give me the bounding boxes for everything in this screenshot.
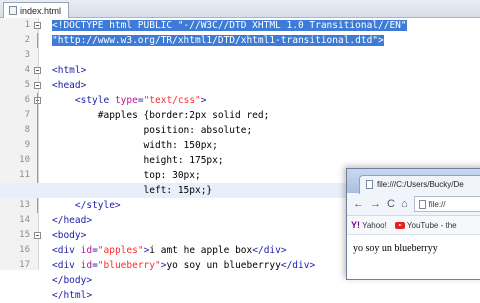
code-token: #apples {border:2px solid red; [52,110,270,121]
browser-tab-title: file:///C:/Users/Bucky/De [377,180,464,189]
address-bar[interactable]: file:// [413,196,480,212]
code-token: </style> [74,200,121,211]
browser-tab[interactable]: file:///C:/Users/Bucky/De [359,174,480,194]
code-token: height: 175px; [52,155,224,166]
page-icon [418,199,426,209]
browser-window[interactable]: file:///C:/Users/Bucky/De ← → C ⌂ file:/… [346,168,480,280]
code-line[interactable]: <html> [0,63,480,78]
code-token: left: 15px;} [52,185,213,196]
code-token: <html> [52,65,87,76]
code-line[interactable] [0,48,480,63]
code-token: id [80,260,93,271]
code-line[interactable]: width: 150px; [0,138,480,153]
file-tab-label: index.html [20,5,62,16]
code-token: <div [52,245,81,256]
code-token: id [80,245,93,256]
code-token: <style [74,95,115,106]
code-line[interactable]: position: absolute; [0,123,480,138]
code-token: type [114,95,138,106]
youtube-icon [394,221,405,229]
code-token: "blueberry" [97,260,161,271]
code-line[interactable]: #apples {border:2px solid red; [0,108,480,123]
code-token: </div> [280,260,316,271]
code-token: <head> [52,80,87,91]
page-content: yo soy un blueberryy [353,243,438,254]
code-token: position: absolute; [52,125,253,136]
code-token: "apples" [97,245,144,256]
yahoo-icon: Y! [351,220,360,230]
code-line[interactable]: height: 175px; [0,153,480,168]
back-button[interactable]: ← [353,198,364,210]
code-token: </html> [52,290,93,301]
document-icon [366,180,373,189]
code-token: </body> [52,275,93,286]
code-line[interactable]: </html> [0,288,480,303]
code-line[interactable]: <!DOCTYPE html PUBLIC "-//W3C//DTD XHTML… [0,18,480,33]
bookmarks-bar: Y! Yahoo! YouTube - the [347,216,480,235]
code-token: yo soy un blueberryy [166,260,281,271]
bookmark-yahoo-label: Yahoo! [362,221,387,230]
file-tab[interactable]: index.html [3,2,70,18]
code-token: "text/css" [143,95,201,106]
code-token: </div> [252,245,287,256]
code-token: <!DOCTYPE html PUBLIC "-//W3C//DTD XHTML… [52,20,407,31]
code-token: </head> [52,215,93,226]
file-icon [9,6,17,15]
bookmark-youtube[interactable]: YouTube - the [394,220,457,230]
code-token: > [200,95,207,106]
editor-tabbar: index.html [0,0,480,18]
code-line[interactable]: <style type="text/css"> [0,93,480,108]
forward-button[interactable]: → [370,198,381,210]
browser-titlebar: file:///C:/Users/Bucky/De [347,169,480,194]
browser-toolbar: ← → C ⌂ file:// [347,193,480,216]
bookmark-youtube-label: YouTube - the [406,220,457,230]
home-button[interactable]: ⌂ [401,198,408,210]
address-text: file:// [428,199,446,209]
code-token: "http://www.w3.org/TR/xhtml1/DTD/xhtml1-… [52,35,384,46]
bookmark-yahoo[interactable]: Y! Yahoo! [351,220,387,230]
code-token: width: 150px; [52,140,218,151]
reload-button[interactable]: C [387,198,395,210]
code-token: i amt he apple box [149,245,253,256]
code-token: top: 30px; [52,170,201,181]
code-token: <div [52,260,81,271]
code-line[interactable]: <head> [0,78,480,93]
code-line[interactable]: "http://www.w3.org/TR/xhtml1/DTD/xhtml1-… [0,33,480,48]
code-token: <body> [52,230,87,241]
